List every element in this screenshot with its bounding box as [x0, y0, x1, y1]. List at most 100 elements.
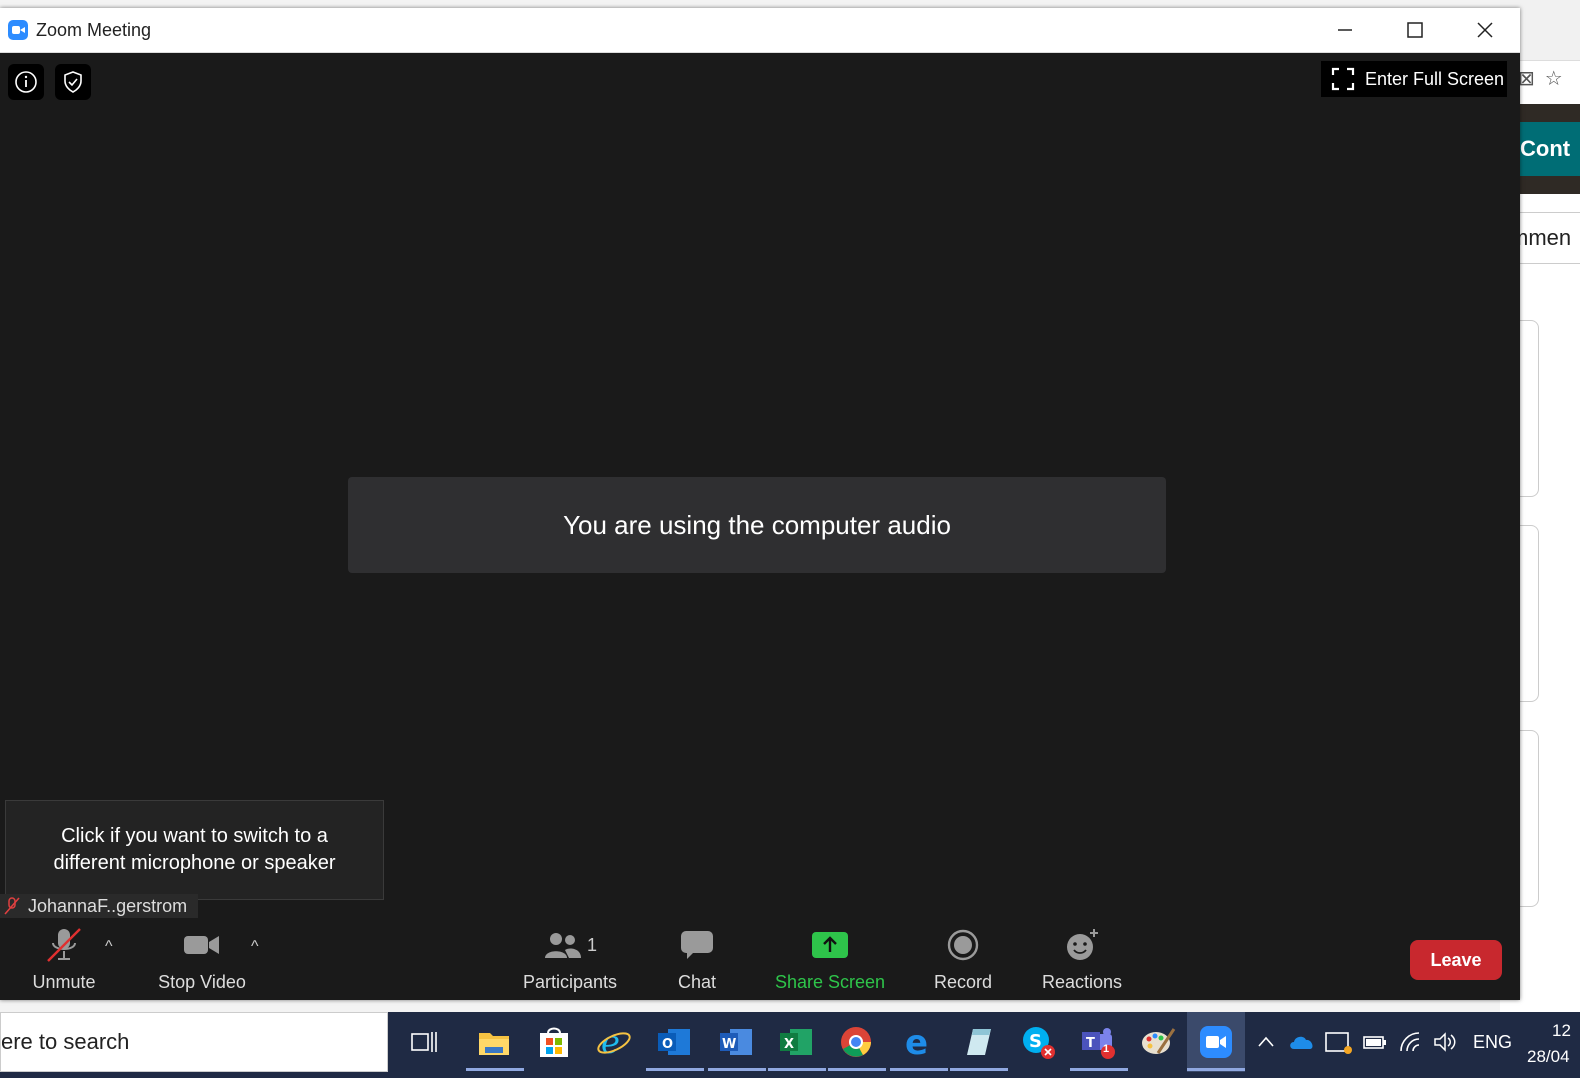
record-icon — [947, 929, 979, 961]
share-screen-button[interactable]: Share Screen — [772, 920, 888, 1000]
share-screen-label: Share Screen — [774, 972, 886, 992]
close-button[interactable] — [1450, 8, 1520, 52]
background-comment-tab[interactable]: mmen — [1520, 212, 1580, 264]
participants-icon — [544, 933, 581, 958]
taskbar-date: 28/04 — [1527, 1047, 1570, 1066]
zoom-running-indicator — [1187, 1068, 1245, 1071]
zoom-icon — [1200, 1026, 1232, 1058]
participants-label: Participants — [522, 972, 618, 992]
security-button[interactable] — [55, 64, 91, 100]
teams-notification-badge: 1 — [1103, 1043, 1110, 1055]
chevron-up-icon — [1258, 1036, 1274, 1047]
wifi-button[interactable] — [1398, 1012, 1424, 1072]
stop-video-label: Stop Video — [158, 972, 246, 992]
maximize-icon — [1407, 22, 1423, 38]
skype-icon: S — [1023, 1027, 1055, 1059]
svg-text:e: e — [905, 1024, 928, 1060]
speaker-icon — [1434, 1032, 1456, 1052]
file-explorer-running-indicator — [466, 1068, 524, 1071]
participant-name-label: JohannaF..gerstrom — [0, 894, 198, 918]
record-button[interactable]: Record — [926, 920, 1000, 1000]
sync-status-button[interactable] — [1324, 1012, 1354, 1072]
video-options-caret-icon[interactable]: ^ — [251, 938, 259, 956]
chat-icon — [681, 931, 713, 959]
title-bar[interactable]: Zoom Meeting — [0, 8, 1520, 53]
excel-icon: X — [780, 1029, 812, 1055]
reactions-button[interactable]: Reactions — [1036, 920, 1128, 1000]
background-card — [1520, 525, 1539, 702]
excel-button[interactable]: X — [774, 1020, 818, 1064]
taskbar-clock[interactable]: 12 28/04 — [1522, 1018, 1571, 1070]
chrome-button[interactable] — [834, 1020, 878, 1064]
task-view-icon — [411, 1032, 437, 1052]
shield-icon — [64, 71, 82, 93]
taskbar-search-box[interactable]: ere to search — [0, 1012, 388, 1072]
notes-app-icon — [967, 1029, 991, 1055]
file-explorer-button[interactable] — [472, 1020, 516, 1064]
windows-taskbar: ere to search e O W X e S T 1 ENG 12 28/… — [0, 1012, 1580, 1078]
audio-switch-tooltip: Click if you want to switch to a differe… — [5, 800, 384, 900]
maximize-button[interactable] — [1380, 8, 1450, 52]
zoom-app-icon — [8, 20, 28, 40]
leave-label: Leave — [1430, 949, 1482, 970]
enter-full-screen-label: Enter Full Screen — [1365, 68, 1505, 89]
chrome-icon — [841, 1027, 871, 1057]
input-language-button[interactable]: ENG — [1473, 1012, 1512, 1072]
microsoft-store-button[interactable] — [532, 1020, 576, 1064]
minimize-button[interactable] — [1310, 8, 1380, 52]
svg-text:W: W — [722, 1037, 736, 1052]
zoom-meeting-window: Zoom Meeting Enter Full Screen You are u… — [0, 8, 1520, 1000]
record-label: Record — [933, 972, 993, 992]
wifi-icon — [1400, 1032, 1420, 1052]
word-button[interactable]: W — [714, 1020, 758, 1064]
tooltip-line-1: Click if you want to switch to a — [61, 825, 328, 847]
info-icon — [15, 71, 37, 93]
meeting-info-button[interactable] — [8, 64, 44, 100]
task-view-button[interactable] — [402, 1020, 446, 1064]
notes-app-button[interactable] — [956, 1020, 1000, 1064]
volume-button[interactable] — [1432, 1012, 1458, 1072]
unmute-button[interactable]: Unmute — [24, 920, 104, 1000]
teams-icon: T — [1082, 1028, 1115, 1059]
audio-options-caret-icon[interactable]: ^ — [105, 938, 113, 956]
window-title: Zoom Meeting — [36, 20, 152, 40]
background-card — [1520, 730, 1539, 907]
enter-full-screen-button[interactable]: Enter Full Screen — [1321, 61, 1507, 97]
microsoft-store-icon — [540, 1027, 568, 1057]
word-running-indicator — [708, 1068, 766, 1071]
sync-status-icon — [1325, 1032, 1352, 1054]
cloud-icon — [1290, 1036, 1313, 1049]
edge-button[interactable]: e — [896, 1020, 940, 1064]
participants-button[interactable]: 1 Participants — [515, 920, 625, 1000]
leave-button[interactable]: Leave — [1410, 940, 1502, 980]
participants-count: 1 — [586, 934, 597, 955]
file-explorer-icon — [479, 1033, 509, 1055]
paint-button[interactable] — [1136, 1020, 1180, 1064]
paint-palette-icon — [1142, 1028, 1176, 1054]
share-screen-icon — [812, 932, 848, 958]
skype-button[interactable]: S — [1016, 1020, 1060, 1064]
svg-text:O: O — [662, 1037, 673, 1052]
teams-button[interactable]: T 1 — [1076, 1020, 1120, 1064]
computer-audio-notification: You are using the computer audio — [348, 477, 1166, 573]
outlook-button[interactable]: O — [652, 1020, 696, 1064]
battery-button[interactable] — [1362, 1012, 1388, 1072]
stop-video-button[interactable]: Stop Video — [152, 920, 252, 1000]
show-hidden-icons-button[interactable] — [1256, 1012, 1276, 1072]
onedrive-button[interactable] — [1288, 1012, 1316, 1072]
tooltip-line-2: different microphone or speaker — [53, 852, 336, 874]
svg-text:T: T — [1086, 1036, 1095, 1051]
meeting-toolbar: Unmute ^ Stop Video ^ 1 Participants Cha… — [0, 920, 1520, 1000]
minimize-icon — [1338, 29, 1352, 31]
zoom-taskbar-button[interactable] — [1194, 1020, 1238, 1064]
internet-explorer-button[interactable]: e — [592, 1020, 636, 1064]
background-card — [1520, 320, 1539, 497]
chat-button[interactable]: Chat — [660, 920, 734, 1000]
taskbar-time: 12 — [1552, 1021, 1571, 1040]
video-camera-icon — [184, 936, 219, 954]
svg-text:X: X — [784, 1037, 794, 1052]
background-browser-icons: ⊠☆ — [1518, 68, 1573, 90]
taskbar-search-placeholder: ere to search — [1, 1029, 130, 1054]
background-cont-button[interactable]: Cont — [1520, 122, 1580, 176]
battery-icon — [1363, 1036, 1386, 1049]
